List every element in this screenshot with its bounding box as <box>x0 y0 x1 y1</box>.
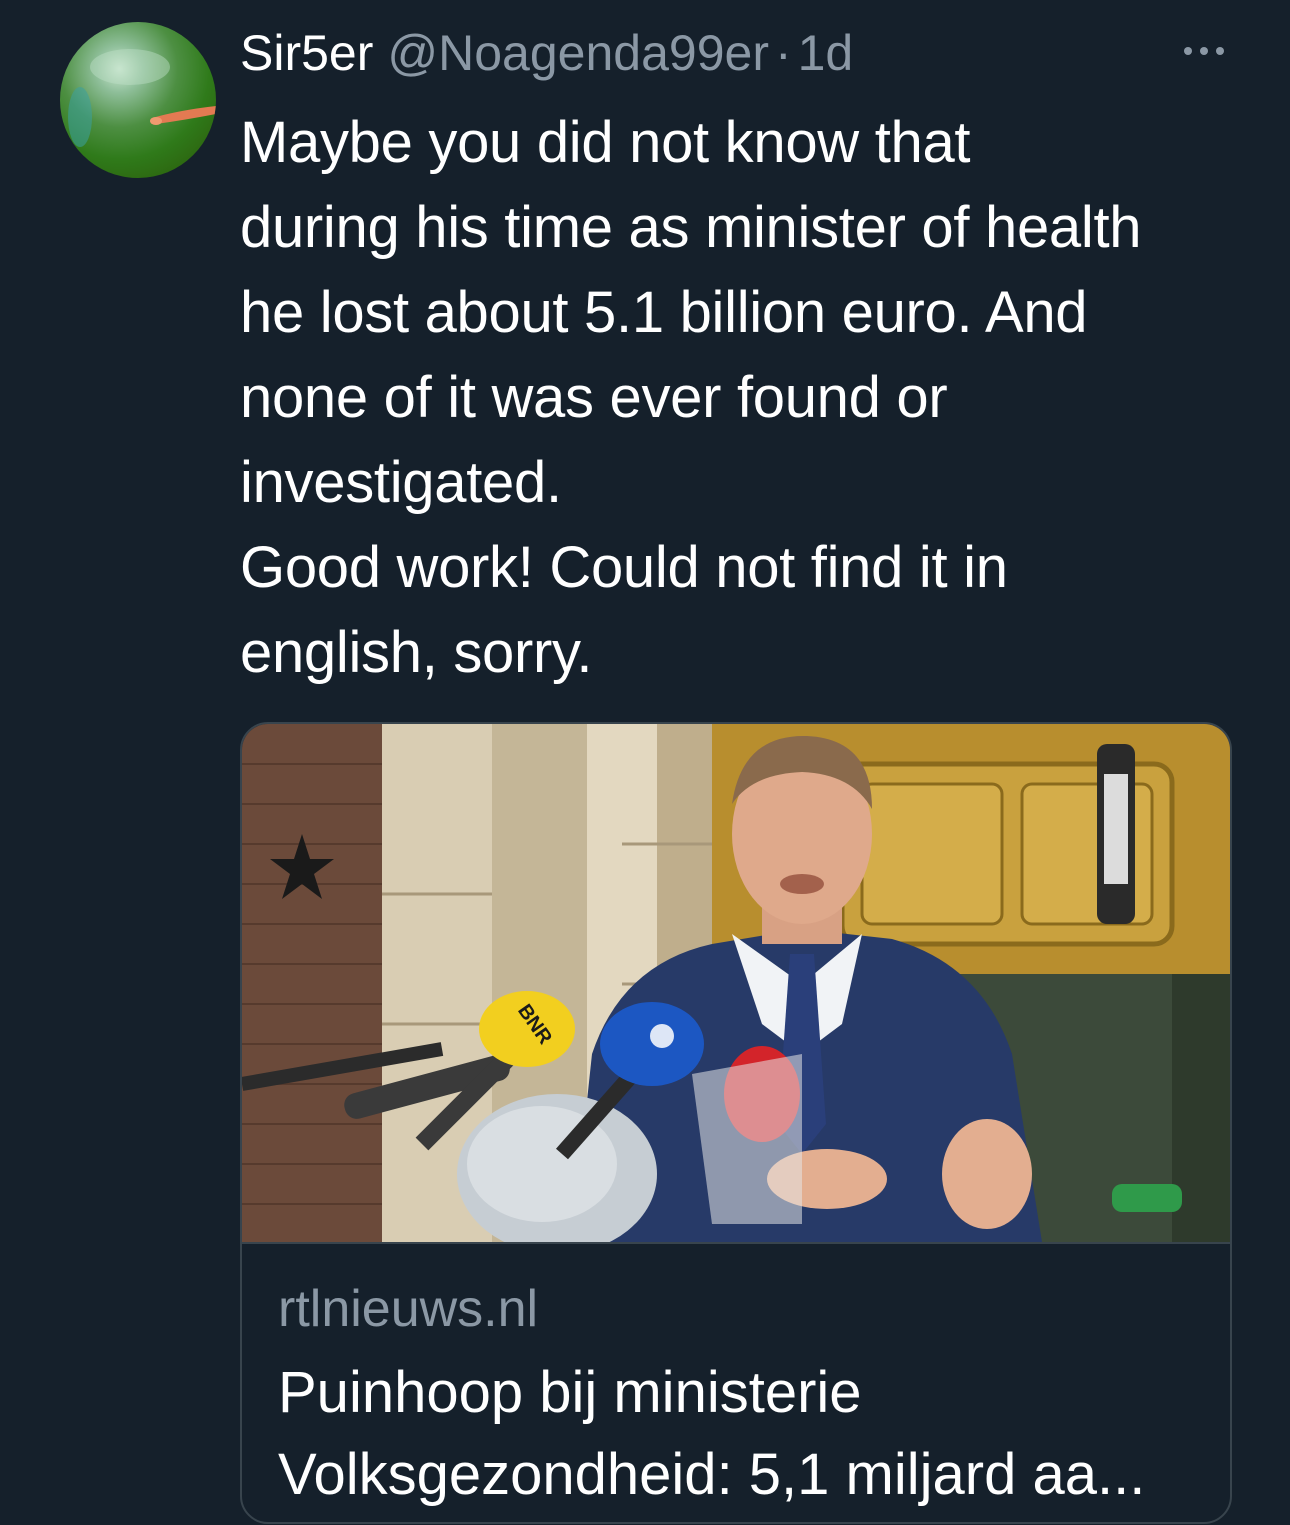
tweet-text: Maybe you did not know that during his t… <box>240 110 1142 685</box>
card-title: Puinhoop bij ministerie Volksgezondheid:… <box>278 1360 1146 1507</box>
link-card[interactable]: BNR rtlnieuws.nl Puinhoop bij ministerie… <box>240 722 1232 1524</box>
avatar-image <box>68 49 216 147</box>
user-handle[interactable]: @Noagenda99er <box>387 25 769 81</box>
timestamp[interactable]: 1d <box>798 25 854 81</box>
display-name[interactable]: Sir5er <box>240 25 373 81</box>
separator-dot: · <box>774 25 792 81</box>
card-image[interactable]: BNR <box>242 724 1230 1244</box>
avatar[interactable] <box>60 22 216 178</box>
press-conference-image: BNR <box>242 724 1230 1242</box>
tweet[interactable]: Sir5er @Noagenda99er · 1d Maybe you did not… <box>0 0 1290 1525</box>
tweet-header: Sir5er @Noagenda99er · 1d <box>240 18 853 88</box>
more-options-button[interactable] <box>1178 38 1230 62</box>
card-domain: rtlnieuws.nl <box>278 1280 539 1338</box>
